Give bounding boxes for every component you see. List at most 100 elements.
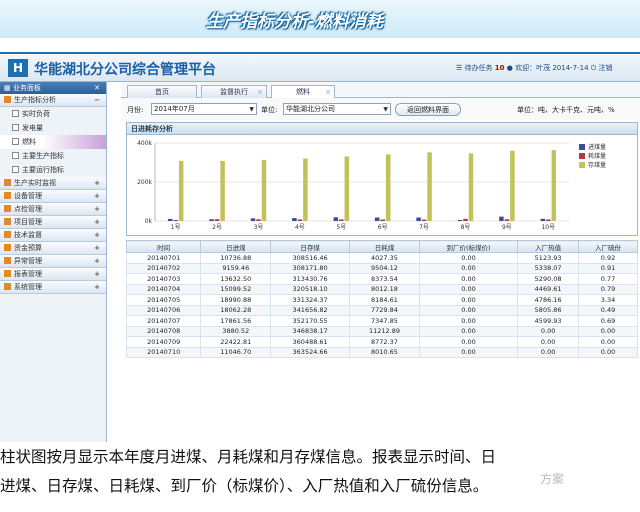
table-row[interactable]: 20140708 3880.52 346838.17 11212.89 0.00 0.00… [125,325,638,337]
table-row[interactable]: 20140710 11046.70 363524.66 8010.65 0.00 0.00… [125,346,638,358]
bar-耗煤量 [173,220,178,221]
expand-icon[interactable]: + [94,229,100,242]
expand-icon[interactable]: + [94,255,100,268]
table-cell: 20140710 [125,346,202,358]
sidebar-item-label: 发电量 [22,124,43,132]
bar-耗煤量 [214,219,220,221]
sidebar-group-system[interactable]: 系统管理 + [0,281,106,294]
x-tick-label: 2号 [212,224,222,231]
tab-supervision[interactable]: 监督执行 × [201,85,267,98]
column-header: 到厂价(标煤价) [418,240,519,253]
expand-icon[interactable]: + [94,281,100,294]
todo-icon[interactable]: ☰ [456,64,462,72]
expand-icon[interactable]: + [94,203,100,216]
table-cell: 11046.70 [200,346,272,358]
todo-count[interactable]: 10 [495,64,505,72]
table-cell: 352170.55 [270,315,351,327]
sidebar-group-realtime-monitor[interactable]: 生产实时监视 + [0,177,106,190]
todo-label[interactable]: 待办任务 [465,64,493,72]
expand-icon[interactable]: + [94,216,100,229]
legend-label: 进煤量 [588,143,606,151]
sidebar-group-inspection[interactable]: 点检管理 + [0,203,106,216]
table-cell: 20140702 [125,262,202,274]
table-row[interactable]: 20140701 10736.88 308516.46 4027.35 0.00 5123… [125,252,638,264]
bar-存煤量 [303,158,308,221]
sidebar-item-fuel[interactable]: 燃料 [0,135,106,149]
expand-icon[interactable]: + [94,190,100,203]
logout-icon[interactable]: ⏻ [591,64,599,72]
table-row[interactable]: 20140703 13632.50 313430.76 8373.54 0.00 5290… [125,273,638,285]
sidebar-header-label: 业务面板 [12,84,41,92]
tab-fuel[interactable]: 燃料 × [271,85,335,99]
folder-icon [4,205,11,212]
table-row[interactable]: 20140706 18062.28 341656.82 7729.84 0.00 5805… [125,304,638,316]
folder-icon [4,270,11,277]
month-select[interactable]: 2014年07月 ▼ [151,103,257,115]
sidebar-item-main-operation-indicators[interactable]: 主要运行指标 [0,163,106,177]
table-row[interactable]: 20140702 9159.46 308171.80 9504.12 0.00 5338.… [125,262,638,274]
table-cell: 10736.88 [200,252,272,264]
table-cell: 5805.86 [517,304,580,316]
table-cell: 0.00 [517,325,580,337]
sidebar-item-main-production-indicators[interactable]: 主要生产指标 [0,149,106,163]
table-row[interactable]: 20140709 22422.81 360488.61 8772.37 0.00 0.00… [125,336,638,348]
table-cell: 4469.61 [517,283,580,295]
sidebar-group-exceptions[interactable]: 异常管理 + [0,255,106,268]
tab-home[interactable]: 首页 [127,85,197,98]
legend-label: 耗煤量 [588,152,606,160]
x-tick-label: 8号 [461,224,471,231]
close-icon[interactable]: ✕ [94,82,100,94]
column-header: 日耗煤 [349,240,420,253]
table-cell: 0.00 [418,262,519,274]
table-cell: 7347.85 [349,315,420,327]
bar-进煤量 [416,217,421,221]
bar-存煤量 [261,159,267,221]
close-icon[interactable]: × [325,86,331,98]
sidebar-header: ▦ 业务面板 ✕ [0,82,106,94]
table-cell: 0.00 [418,283,519,295]
date-text: 2014-7-14 [552,64,589,72]
tab-label: 燃料 [296,88,310,96]
table-row[interactable]: 20140705 18990.88 331324.37 8184.61 0.00 4786… [125,294,638,306]
table-cell: 0.00 [418,336,519,348]
return-fuel-button[interactable]: 返回燃料界面 [395,103,461,116]
sidebar-item-generation[interactable]: 发电量 [0,121,106,135]
expand-icon[interactable]: + [94,268,100,281]
table-cell: 308516.46 [270,252,351,264]
bar-存煤量 [468,153,474,221]
expand-icon[interactable]: + [94,177,100,190]
table-cell: 7729.84 [349,304,420,316]
table-cell: 5338.07 [517,262,580,274]
sidebar-group-tech-supervision[interactable]: 技术监督 + [0,229,106,242]
table-cell: 0.00 [578,346,638,358]
table-cell: 0.00 [418,304,519,316]
sidebar-group-budget[interactable]: 资金预算 + [0,242,106,255]
panel-icon: ▦ [4,84,13,92]
expand-icon[interactable]: + [94,242,100,255]
column-header: 入厂热值 [517,240,580,253]
table-cell: 18990.88 [200,294,272,306]
table-cell: 18062.28 [200,304,272,316]
sidebar-group-reports[interactable]: 报表管理 + [0,268,106,281]
close-icon[interactable]: × [257,86,263,98]
page-icon [12,166,19,173]
bar-存煤量 [510,150,515,221]
table-cell: 308171.80 [270,262,351,274]
sidebar-group-production-analysis[interactable]: 生产指标分析 − [0,94,106,107]
sidebar: ▦ 业务面板 ✕ 生产指标分析 − 实时负荷 发电量 燃料 主要生产指标 主要运… [0,82,107,442]
sidebar-group-equipment[interactable]: 设备管理 + [0,190,106,203]
sidebar-group-label: 异常管理 [14,257,42,265]
table-cell: 8184.61 [349,294,420,306]
collapse-icon[interactable]: − [94,94,100,107]
table-cell: 9159.46 [200,262,272,274]
unit-select[interactable]: 华能湖北分公司 ▼ [283,103,391,115]
sidebar-group-label: 报表管理 [14,270,42,278]
sidebar-item-realtime-load[interactable]: 实时负荷 [0,107,106,121]
legend-label: 存煤量 [588,161,606,169]
table-row[interactable]: 20140704 15099.52 320518.10 8012.18 0.00 4469… [125,283,638,295]
logout-link[interactable]: 注销 [599,64,613,72]
sidebar-group-projects[interactable]: 项目管理 + [0,216,106,229]
table-row[interactable]: 20140707 17861.56 352170.55 7347.85 0.00 4599… [125,315,638,327]
bar-存煤量 [344,156,350,221]
sidebar-item-label: 主要生产指标 [22,152,64,160]
